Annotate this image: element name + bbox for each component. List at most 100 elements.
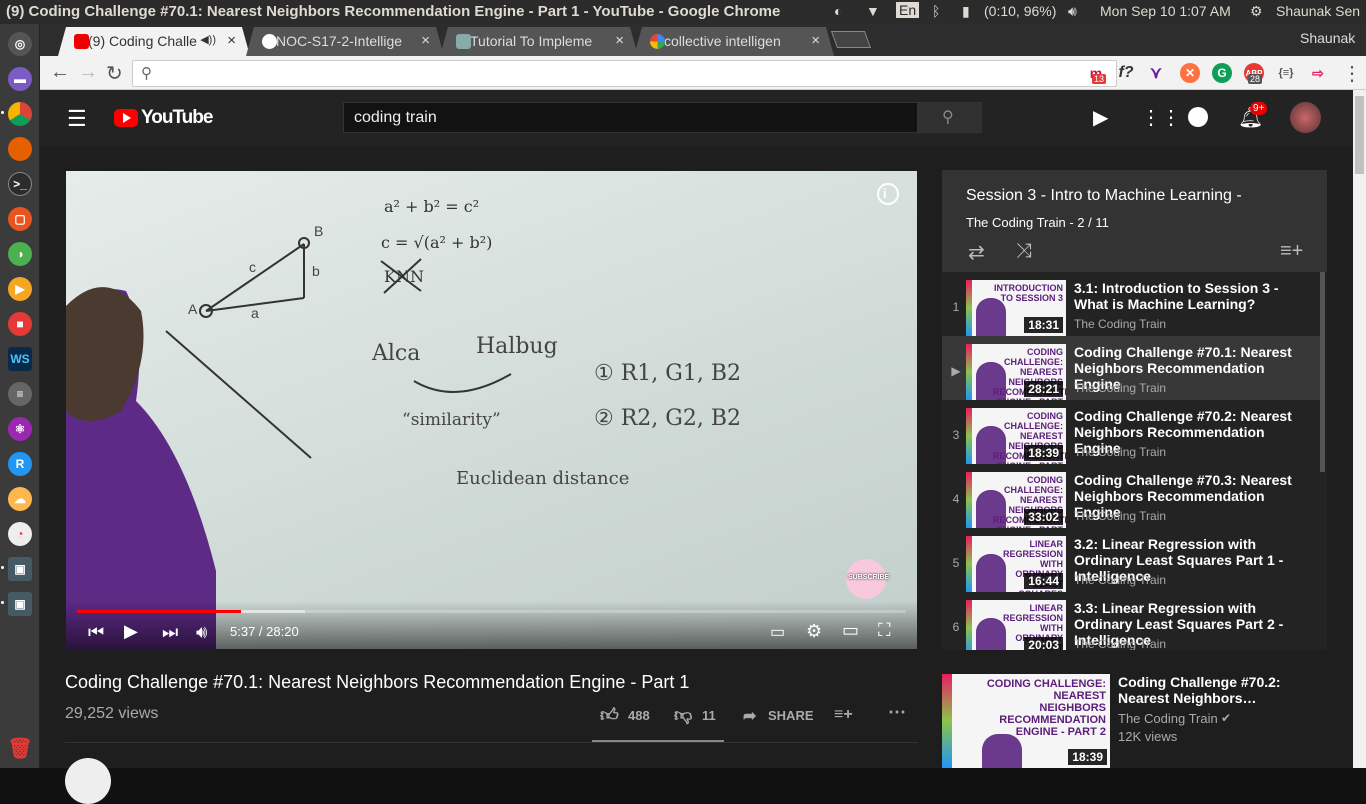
playlist-item-duration: 18:31: [1024, 317, 1063, 333]
more-actions-icon[interactable]: ⋯: [888, 702, 906, 723]
playlist-item-index: 6: [952, 620, 960, 634]
browser-toolbar: ← → ↻ ⚲ m 13 f? ⋎ ✕ G ABP 28 {≡} ⇨ ⋮: [40, 56, 1366, 90]
new-tab-button[interactable]: [830, 31, 872, 48]
search-input[interactable]: coding train: [343, 102, 918, 133]
chrome-indicator-icon[interactable]: ◐: [834, 3, 842, 19]
wifi-icon[interactable]: ▼: [866, 3, 880, 19]
share-icon[interactable]: ➦: [743, 706, 756, 726]
add-to-playlist-icon[interactable]: ≡+: [834, 706, 853, 724]
window-title: (9) Coding Challenge #70.1: Nearest Neig…: [6, 3, 781, 20]
tab-close-icon[interactable]: ×: [811, 32, 820, 49]
battery-icon[interactable]: ▮: [962, 3, 970, 20]
firefox-icon[interactable]: [8, 137, 32, 161]
like-count[interactable]: 488: [628, 708, 650, 723]
audio-playing-icon: ◀)): [200, 34, 216, 46]
playlist-item[interactable]: 3 CODING CHALLENGE: NEAREST NEIGHBORS REC…: [942, 400, 1320, 464]
extension-w-icon[interactable]: ⋎: [1146, 63, 1166, 83]
app-icon-1[interactable]: ▬: [8, 67, 32, 91]
back-icon[interactable]: ←: [50, 61, 70, 84]
playlist-item[interactable]: 6 LINEAR REGRESSION WITH ORDINARY LEAST S…: [942, 592, 1320, 650]
thumbnail-text: CODING CHALLENGE: NEAREST NEIGHBORS RECO…: [986, 678, 1106, 738]
playlist-item-thumbnail[interactable]: LINEAR REGRESSION WITH ORDINARY LEAST SQ…: [966, 536, 1066, 592]
board-label: B: [314, 223, 324, 239]
apps-grid-icon[interactable]: ⋮⋮: [1141, 105, 1181, 130]
playlist-item-index: 4: [952, 492, 960, 506]
page-scrollbar-thumb[interactable]: [1355, 96, 1364, 174]
system-top-panel: (9) Coding Challenge #70.1: Nearest Neig…: [0, 0, 1366, 24]
dislike-icon[interactable]: 👎︎: [674, 704, 692, 726]
playlist-item-thumbnail[interactable]: CODING CHALLENGE: NEAREST NEIGHBORS RECO…: [966, 472, 1066, 528]
power-icon[interactable]: ⚙: [1250, 3, 1263, 20]
like-icon[interactable]: 👍︎: [600, 704, 619, 726]
playlist-item-duration: 33:02: [1024, 509, 1063, 525]
json-extension-icon[interactable]: {≡}: [1276, 63, 1296, 83]
clock[interactable]: Mon Sep 10 1:07 AM: [1100, 3, 1231, 19]
upnext-duration: 18:39: [1068, 749, 1107, 765]
tab-close-icon[interactable]: ×: [227, 32, 236, 49]
playlist-item-channel: The Coding Train: [1074, 637, 1167, 650]
playlist-item-thumbnail[interactable]: INTRODUCTION TO SESSION 3 18:31: [966, 280, 1066, 336]
extension-badge: 13: [1092, 74, 1107, 84]
channel-avatar[interactable]: [65, 758, 111, 804]
keyboard-indicator[interactable]: En: [896, 2, 920, 18]
playlist-item-thumbnail[interactable]: CODING CHALLENGE: NEAREST NEIGHBORS RECO…: [966, 344, 1066, 400]
playlist-item[interactable]: 1 INTRODUCTION TO SESSION 3 18:31 3.1: Intr…: [942, 272, 1320, 336]
messages-icon[interactable]: [1188, 107, 1208, 127]
playlist-item-title[interactable]: 3.1: Introduction to Session 3 - What is…: [1074, 280, 1314, 312]
divider: [65, 742, 918, 743]
chrome-launcher-icon[interactable]: [1, 102, 32, 126]
playlist-title[interactable]: Session 3 - Intro to Machine Learning -: [966, 187, 1242, 205]
save-playlist-icon[interactable]: ≡+: [1280, 240, 1303, 263]
extension-orange-icon[interactable]: ✕: [1180, 63, 1200, 83]
board-text: c = √(a² + b²): [381, 233, 493, 252]
playlist-item-duration: 20:03: [1024, 637, 1063, 650]
playlist-subtitle[interactable]: The Coding Train - 2 / 11: [966, 215, 1109, 230]
software-center-icon[interactable]: ▢: [8, 207, 32, 231]
tab-github[interactable]: NOC-S17-2-Intellige ×: [246, 27, 444, 56]
volume-icon[interactable]: 🔊︎: [1068, 3, 1077, 20]
share-button[interactable]: SHARE: [768, 708, 814, 723]
upload-video-icon[interactable]: ▶︎: [1093, 105, 1108, 130]
shuffle-icon[interactable]: ⤨: [1016, 240, 1032, 263]
search-button[interactable]: ⚲: [918, 102, 982, 133]
dash-icon[interactable]: ◎: [8, 32, 32, 56]
profile-name[interactable]: Shaunak: [1300, 30, 1355, 46]
search-icon: ⚲: [141, 65, 152, 82]
youtube-logo-text[interactable]: YouTube: [141, 107, 213, 129]
reload-icon[interactable]: ↻: [106, 61, 123, 86]
guide-menu-icon[interactable]: ☰: [67, 106, 87, 132]
playlist-item[interactable]: 4 CODING CHALLENGE: NEAREST NEIGHBORS REC…: [942, 464, 1320, 528]
user-name[interactable]: Shaunak Sen: [1276, 3, 1360, 19]
avatar[interactable]: [1290, 102, 1321, 133]
upnext-thumbnail[interactable]: CODING CHALLENGE: NEAREST NEIGHBORS RECO…: [942, 674, 1110, 768]
playlist-item-thumbnail[interactable]: LINEAR REGRESSION WITH ORDINARY LEAST SQ…: [966, 600, 1066, 650]
battery-status[interactable]: (0:10, 96%): [984, 3, 1056, 19]
extension-arrow-icon[interactable]: ⇨: [1308, 63, 1328, 83]
chrome-menu-icon[interactable]: ⋮: [1342, 61, 1362, 86]
dislike-count[interactable]: 11: [702, 708, 716, 723]
forward-icon[interactable]: →: [78, 61, 98, 84]
upnext-channel[interactable]: The Coding Train: [1118, 711, 1218, 726]
grammarly-icon[interactable]: G: [1212, 63, 1232, 83]
upnext-title[interactable]: Coding Challenge #70.2: Nearest Neighbor…: [1118, 674, 1318, 706]
info-icon[interactable]: i: [883, 186, 887, 201]
playlist-item[interactable]: 5 LINEAR REGRESSION WITH ORDINARY LEAST S…: [942, 528, 1320, 592]
playlist-header: Session 3 - Intro to Machine Learning - …: [942, 170, 1327, 272]
address-bar[interactable]: ⚲: [132, 60, 1117, 87]
tab-youtube[interactable]: (9) Coding Challe ◀)) ×: [58, 27, 250, 56]
settings-toggle-icon[interactable]: ◑: [8, 242, 32, 266]
tab-google[interactable]: collective intelligen ×: [634, 27, 834, 56]
youtube-logo-icon[interactable]: [114, 109, 138, 127]
tab-close-icon[interactable]: ×: [615, 32, 624, 49]
playlist-item-index: 1: [952, 300, 960, 314]
terminal-icon[interactable]: >_: [8, 172, 32, 196]
formula-extension-icon[interactable]: f?: [1116, 63, 1136, 83]
bluetooth-icon[interactable]: ᛒ: [932, 3, 940, 19]
tab-tutorial[interactable]: Tutorial To Impleme ×: [440, 27, 638, 56]
playlist-item-duration: 28:21: [1024, 381, 1063, 397]
playlist-item-thumbnail[interactable]: CODING CHALLENGE: NEAREST NEIGHBORS RECO…: [966, 408, 1066, 464]
tab-close-icon[interactable]: ×: [421, 32, 430, 49]
playlist-item[interactable]: ▶ CODING CHALLENGE: NEAREST NEIGHBORS REC…: [942, 336, 1320, 400]
loop-icon[interactable]: ⇄: [968, 240, 985, 265]
trash-icon[interactable]: 🗑︎: [7, 736, 32, 760]
